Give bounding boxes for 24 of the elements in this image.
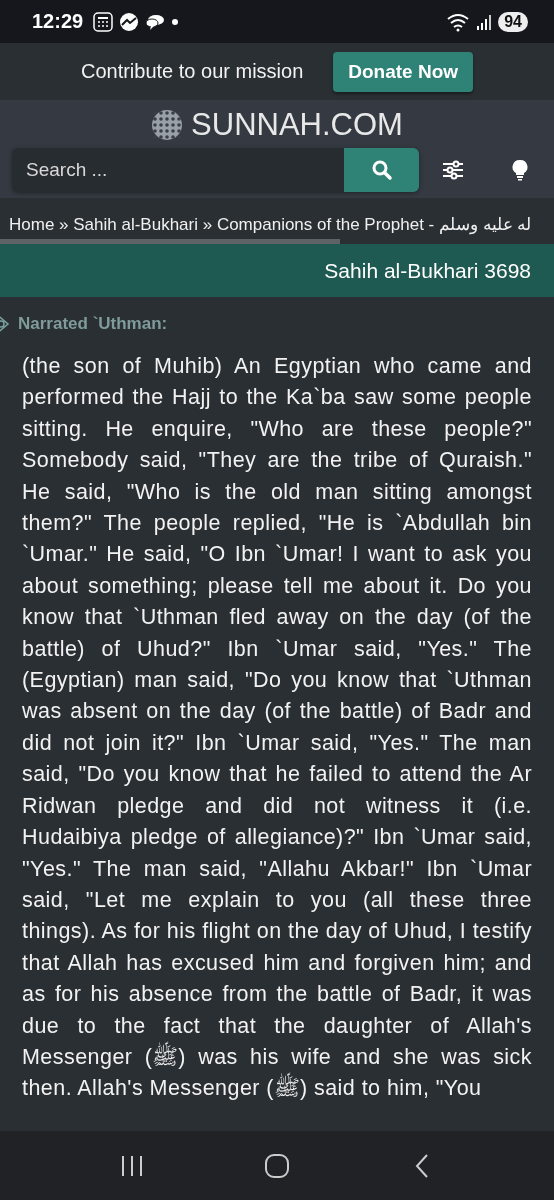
hadith-text: (the son of Muhib) An Egyptian who came and performed the Hajj to the Ka`ba saw some people sitting. He enquire, "Who are these people?" Somebody said, "They are the tribe of Quraish." He said, "Who is the old man sitting amongst them?" The people replied, "He is `Abdullah bin `Umar." He said, "O Ibn `Umar! I want to ask you about something; please tell me about it. Do you know that `Uthman fled away on the day (of the battle) of Uhud?" Ibn `Umar said, "Yes." The (Egyptian) man said, "Do you know that `Uthman was absent on the day (of the battle) of Badr and did not join it?" Ibn `Umar said, "Yes." The man said, "Do you know that he failed to attend the Ar Ridwan pledge and did not witness it (i.e. Hudaibiya pledge of allegiance)?" Ibn `Umar said, "Yes." The man said, "Allahu Akbar!" Ibn `Umar said, "Let me explain to you (all these three things). As for his flight on the day of Uhud, I testify that Allah has excused him and forgiven him; and as for his absence from the battle of Badr, it was due to the fact that the daughter of Allah's Messenger (ﷺ) was his wife and she was sick then. Allah's Messenger (ﷺ) said to him, "You	[21, 353, 533, 1103]
lightbulb-icon	[511, 159, 528, 181]
hadith-reference: Sahih al-Bukhari 3698	[324, 258, 531, 283]
banner-text: Contribute to our mission	[80, 60, 304, 83]
search-field[interactable]: Search ...	[12, 148, 344, 192]
battery-level: 94	[498, 11, 528, 32]
donate-button[interactable]: Donate Now	[333, 51, 474, 92]
signal-icon	[476, 12, 493, 31]
sliders-icon	[441, 160, 464, 180]
chat-bubbles-icon	[145, 12, 166, 31]
home-icon	[264, 1152, 290, 1179]
recent-apps-icon	[120, 1154, 145, 1177]
calculator-icon	[93, 11, 114, 32]
narrator-text: Narrated `Uthman:	[18, 314, 168, 334]
status-time: 12:29	[32, 10, 84, 33]
logo-icon	[151, 109, 184, 141]
logo-text: SUNNAH.COM	[191, 107, 403, 143]
breadcrumb-trail: Home » Sahih al-Bukhari » Companions of the Prophet - له عليه وسلم	[9, 213, 532, 235]
chart-circle-icon	[119, 11, 140, 32]
back-icon	[413, 1152, 430, 1179]
search-button[interactable]	[344, 148, 419, 192]
wifi-icon	[446, 11, 471, 32]
search-icon	[370, 159, 393, 181]
dot-icon	[171, 17, 180, 26]
